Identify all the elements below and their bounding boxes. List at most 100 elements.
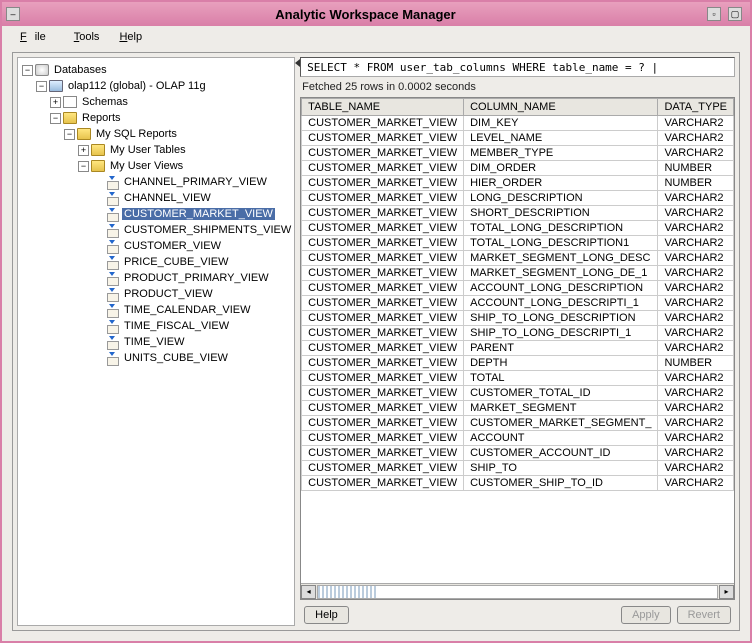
tree-toggle[interactable]: − [64,129,75,140]
table-row[interactable]: CUSTOMER_MARKET_VIEWMARKET_SEGMENTVARCHA… [302,401,734,416]
tree-schemas[interactable]: +Schemas [20,94,292,110]
tree-connection[interactable]: −olap112 (global) - OLAP 11g [20,78,292,94]
table-row[interactable]: CUSTOMER_MARKET_VIEWMARKET_SEGMENT_LONG_… [302,251,734,266]
table-row[interactable]: CUSTOMER_MARKET_VIEWACCOUNTVARCHAR2 [302,431,734,446]
tree-toggle[interactable]: + [50,97,61,108]
table-row[interactable]: CUSTOMER_MARKET_VIEWCUSTOMER_MARKET_SEGM… [302,416,734,431]
table-row[interactable]: CUSTOMER_MARKET_VIEWCUSTOMER_ACCOUNT_IDV… [302,446,734,461]
view-icon [105,208,119,220]
view-icon [105,352,119,364]
results-scroll[interactable]: TABLE_NAMECOLUMN_NAMEDATA_TYPE CUSTOMER_… [301,98,734,583]
table-cell: CUSTOMER_MARKET_VIEW [302,146,464,161]
scroll-track[interactable] [317,585,718,599]
table-cell: PARENT [464,341,658,356]
column-header[interactable]: DATA_TYPE [658,99,734,116]
table-row[interactable]: CUSTOMER_MARKET_VIEWSHIP_TOVARCHAR2 [302,461,734,476]
tree-view-item[interactable]: PRODUCT_PRIMARY_VIEW [20,270,292,286]
scroll-right-button[interactable]: ▸ [719,585,734,599]
scroll-thumb[interactable] [318,586,378,598]
view-icon [105,176,119,188]
table-row[interactable]: CUSTOMER_MARKET_VIEWACCOUNT_LONG_DESCRIP… [302,296,734,311]
table-cell: VARCHAR2 [658,266,734,281]
table-row[interactable]: CUSTOMER_MARKET_VIEWDEPTHNUMBER [302,356,734,371]
table-cell: VARCHAR2 [658,476,734,491]
table-cell: CUSTOMER_MARKET_VIEW [302,341,464,356]
table-row[interactable]: CUSTOMER_MARKET_VIEWDIM_KEYVARCHAR2 [302,116,734,131]
horizontal-scrollbar[interactable]: ◂ ▸ [301,583,734,599]
table-row[interactable]: CUSTOMER_MARKET_VIEWCUSTOMER_TOTAL_IDVAR… [302,386,734,401]
table-row[interactable]: CUSTOMER_MARKET_VIEWTOTAL_LONG_DESCRIPTI… [302,221,734,236]
table-cell: MEMBER_TYPE [464,146,658,161]
table-cell: VARCHAR2 [658,341,734,356]
tree-view-item[interactable]: TIME_VIEW [20,334,292,350]
tree-toggle[interactable]: − [78,161,89,172]
table-cell: CUSTOMER_MARKET_VIEW [302,386,464,401]
table-row[interactable]: CUSTOMER_MARKET_VIEWPARENTVARCHAR2 [302,341,734,356]
table-cell: CUSTOMER_MARKET_VIEW [302,401,464,416]
tree-view-item[interactable]: TIME_CALENDAR_VIEW [20,302,292,318]
tree-view-item[interactable]: UNITS_CUBE_VIEW [20,350,292,366]
table-cell: CUSTOMER_MARKET_VIEW [302,206,464,221]
tree-view-item[interactable]: CHANNEL_PRIMARY_VIEW [20,174,292,190]
tree-myuserviews[interactable]: −My User Views [20,158,292,174]
table-cell: LONG_DESCRIPTION [464,191,658,206]
table-row[interactable]: CUSTOMER_MARKET_VIEWTOTAL_LONG_DESCRIPTI… [302,236,734,251]
table-cell: VARCHAR2 [658,371,734,386]
minimize-button[interactable]: ▫ [707,7,721,21]
table-row[interactable]: CUSTOMER_MARKET_VIEWHIER_ORDERNUMBER [302,176,734,191]
tree-mysqlreports[interactable]: −My SQL Reports [20,126,292,142]
table-row[interactable]: CUSTOMER_MARKET_VIEWTOTALVARCHAR2 [302,371,734,386]
table-cell: DIM_KEY [464,116,658,131]
table-row[interactable]: CUSTOMER_MARKET_VIEWSHIP_TO_LONG_DESCRIP… [302,326,734,341]
table-row[interactable]: CUSTOMER_MARKET_VIEWLEVEL_NAMEVARCHAR2 [302,131,734,146]
tree-pane[interactable]: −Databases−olap112 (global) - OLAP 11g+S… [17,57,295,626]
tree-view-item[interactable]: CUSTOMER_SHIPMENTS_VIEW [20,222,292,238]
maximize-button[interactable]: ▢ [728,7,742,21]
table-cell: CUSTOMER_MARKET_VIEW [302,161,464,176]
table-row[interactable]: CUSTOMER_MARKET_VIEWACCOUNT_LONG_DESCRIP… [302,281,734,296]
table-row[interactable]: CUSTOMER_MARKET_VIEWLONG_DESCRIPTIONVARC… [302,191,734,206]
table-cell: CUSTOMER_ACCOUNT_ID [464,446,658,461]
help-button[interactable]: Help [304,606,349,624]
tree-view-item[interactable]: CHANNEL_VIEW [20,190,292,206]
table-cell: DIM_ORDER [464,161,658,176]
table-cell: CUSTOMER_MARKET_VIEW [302,131,464,146]
tree-view-item[interactable]: PRICE_CUBE_VIEW [20,254,292,270]
revert-button[interactable]: Revert [677,606,731,624]
table-row[interactable]: CUSTOMER_MARKET_VIEWDIM_ORDERNUMBER [302,161,734,176]
column-header[interactable]: COLUMN_NAME [464,99,658,116]
tree-toggle[interactable]: − [22,65,33,76]
tree-view-item[interactable]: TIME_FISCAL_VIEW [20,318,292,334]
table-cell: CUSTOMER_MARKET_VIEW [302,236,464,251]
table-cell: SHIP_TO_LONG_DESCRIPTI_1 [464,326,658,341]
menu-help[interactable]: Help [111,29,150,45]
column-header[interactable]: TABLE_NAME [302,99,464,116]
tree-myusertables[interactable]: +My User Tables [20,142,292,158]
sql-input[interactable]: SELECT * FROM user_tab_columns WHERE tab… [300,57,735,77]
table-row[interactable]: CUSTOMER_MARKET_VIEWSHORT_DESCRIPTIONVAR… [302,206,734,221]
tree-databases[interactable]: −Databases [20,62,292,78]
menu-tools[interactable]: Tools [66,29,108,45]
tree-view-item[interactable]: CUSTOMER_VIEW [20,238,292,254]
apply-button[interactable]: Apply [621,606,671,624]
table-cell: VARCHAR2 [658,416,734,431]
tree-view-item[interactable]: CUSTOMER_MARKET_VIEW [20,206,292,222]
table-row[interactable]: CUSTOMER_MARKET_VIEWMEMBER_TYPEVARCHAR2 [302,146,734,161]
sysmenu-button[interactable]: – [6,7,20,21]
app-window: – Analytic Workspace Manager ▫ ▢ File To… [0,0,752,643]
table-cell: SHORT_DESCRIPTION [464,206,658,221]
table-cell: CUSTOMER_MARKET_VIEW [302,416,464,431]
table-row[interactable]: CUSTOMER_MARKET_VIEWSHIP_TO_LONG_DESCRIP… [302,311,734,326]
scroll-left-button[interactable]: ◂ [301,585,316,599]
table-cell: VARCHAR2 [658,326,734,341]
table-row[interactable]: CUSTOMER_MARKET_VIEWCUSTOMER_SHIP_TO_IDV… [302,476,734,491]
tree-view-item[interactable]: PRODUCT_VIEW [20,286,292,302]
table-cell: CUSTOMER_MARKET_VIEW [302,191,464,206]
tree-toggle[interactable]: − [36,81,47,92]
tree-toggle[interactable]: − [50,113,61,124]
table-row[interactable]: CUSTOMER_MARKET_VIEWMARKET_SEGMENT_LONG_… [302,266,734,281]
tree-toggle[interactable]: + [78,145,89,156]
menu-file[interactable]: File [12,29,62,45]
tree-reports[interactable]: −Reports [20,110,292,126]
table-cell: CUSTOMER_MARKET_VIEW [302,266,464,281]
